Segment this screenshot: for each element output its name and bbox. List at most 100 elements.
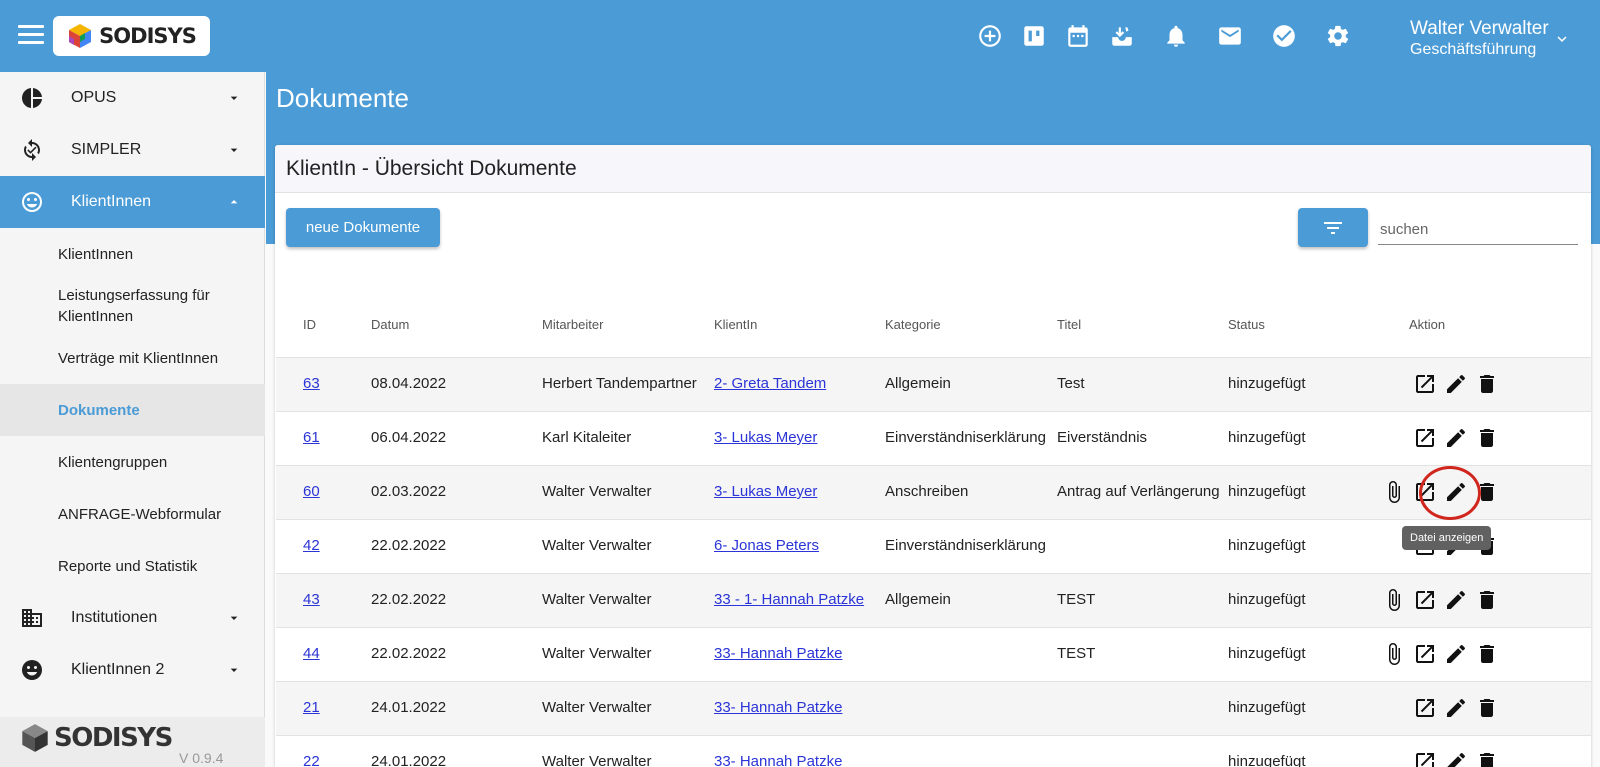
- subitem-label: Dokumente: [58, 401, 140, 419]
- open-external-icon[interactable]: [1409, 694, 1440, 722]
- client-link[interactable]: 33- Hannah Patzke: [714, 753, 842, 767]
- paperclip-icon[interactable]: [1378, 640, 1409, 668]
- document-id-link[interactable]: 22: [303, 753, 320, 767]
- hamburger-menu-icon[interactable]: [18, 25, 44, 47]
- cell-mitarbeiter: Walter Verwalter: [542, 483, 652, 500]
- building-icon: [20, 606, 44, 630]
- trash-icon[interactable]: [1471, 424, 1502, 452]
- pencil-icon[interactable]: [1440, 640, 1471, 668]
- sidebar-item-klientinnen[interactable]: KlientInnen: [0, 176, 265, 228]
- sidebar-item-simpler[interactable]: SIMPLER: [0, 124, 265, 176]
- table-row: 42 22.02.2022 Walter Verwalter 6- Jonas Pet…: [276, 519, 1591, 573]
- trash-icon[interactable]: [1471, 586, 1502, 614]
- sidebar: OPUS SIMPLER KlientInnen KlientInnen Lei…: [0, 72, 265, 767]
- column-header: Datum: [371, 317, 410, 332]
- client-link[interactable]: 33 - 1- Hannah Patzke: [714, 591, 864, 608]
- filter-icon: [1324, 221, 1342, 234]
- row-actions: [1409, 424, 1502, 452]
- document-id-link[interactable]: 60: [303, 483, 320, 500]
- column-header: Titel: [1057, 317, 1082, 332]
- caret-down-icon: [226, 142, 242, 158]
- sidebar-item-klientinnen-2[interactable]: KlientInnen 2: [0, 644, 265, 696]
- subitem-vertraege[interactable]: Verträge mit KlientInnen: [0, 332, 265, 384]
- documents-card: KlientIn - Übersicht Dokumente neue Doku…: [275, 145, 1591, 767]
- subitem-reporte-statistik[interactable]: Reporte und Statistik: [0, 540, 265, 592]
- client-link[interactable]: 6- Jonas Peters: [714, 537, 819, 554]
- pencil-icon[interactable]: [1440, 424, 1471, 452]
- subitem-dokumente[interactable]: Dokumente: [0, 384, 265, 436]
- cell-datum: 22.02.2022: [371, 537, 447, 554]
- chevron-down-icon[interactable]: [1553, 30, 1571, 53]
- subitem-leistungserfassung[interactable]: Leistungserfassung für KlientInnen: [0, 280, 265, 332]
- open-external-icon[interactable]: [1409, 478, 1440, 506]
- app-logo[interactable]: SODISYS: [53, 16, 210, 56]
- column-header: ID: [303, 317, 316, 332]
- subitem-klientinnen[interactable]: KlientInnen: [0, 228, 265, 280]
- open-external-icon[interactable]: [1409, 748, 1440, 767]
- gear-icon[interactable]: [1322, 20, 1354, 52]
- document-id-link[interactable]: 63: [303, 375, 320, 392]
- sidebar-item-institutionen[interactable]: Institutionen: [0, 592, 265, 644]
- logo-cube-icon: [69, 24, 92, 48]
- trash-icon[interactable]: [1471, 370, 1502, 398]
- table-row: 21 24.01.2022 Walter Verwalter 33- Hannah P…: [276, 681, 1591, 735]
- trash-icon[interactable]: [1471, 748, 1502, 767]
- client-link[interactable]: 2- Greta Tandem: [714, 375, 826, 392]
- search-input[interactable]: [1378, 215, 1578, 245]
- pencil-icon[interactable]: [1440, 748, 1471, 767]
- paperclip-icon[interactable]: [1378, 478, 1409, 506]
- bell-icon[interactable]: [1160, 20, 1192, 52]
- sidebar-item-label: KlientInnen 2: [71, 661, 165, 678]
- trash-icon[interactable]: [1471, 640, 1502, 668]
- document-id-link[interactable]: 42: [303, 537, 320, 554]
- sidebar-item-label: Institutionen: [71, 609, 158, 626]
- document-id-link[interactable]: 44: [303, 645, 320, 662]
- subitem-anfrage-webformular[interactable]: ANFRAGE-Webformular: [0, 488, 265, 540]
- new-document-button[interactable]: neue Dokumente: [286, 208, 440, 247]
- document-id-link[interactable]: 61: [303, 429, 320, 446]
- open-external-icon[interactable]: [1409, 424, 1440, 452]
- pencil-icon[interactable]: [1440, 478, 1471, 506]
- row-actions: [1409, 694, 1502, 722]
- user-menu[interactable]: Walter Verwalter Geschäftsführung: [1410, 18, 1549, 60]
- cell-status: hinzugefügt: [1228, 753, 1306, 767]
- client-link[interactable]: 3- Lukas Meyer: [714, 429, 817, 446]
- pencil-icon[interactable]: [1440, 370, 1471, 398]
- paperclip-icon[interactable]: [1378, 586, 1409, 614]
- sidebar-item-label: KlientInnen: [71, 193, 152, 210]
- check-circle-icon[interactable]: [1268, 20, 1300, 52]
- calendar-icon[interactable]: [1062, 20, 1094, 52]
- row-actions: [1378, 640, 1502, 668]
- face-icon: [20, 658, 44, 682]
- subitem-label: Verträge mit KlientInnen: [58, 349, 219, 367]
- document-id-link[interactable]: 43: [303, 591, 320, 608]
- open-external-icon[interactable]: [1409, 640, 1440, 668]
- subitem-klientengruppen[interactable]: Klientengruppen: [0, 436, 265, 488]
- trash-icon[interactable]: [1471, 694, 1502, 722]
- mail-icon[interactable]: [1214, 20, 1246, 52]
- pencil-icon[interactable]: [1440, 694, 1471, 722]
- cell-datum: 24.01.2022: [371, 753, 447, 767]
- board-icon[interactable]: [1018, 20, 1050, 52]
- footer-logo-text: SODISYS: [54, 723, 173, 753]
- filter-button[interactable]: [1298, 208, 1368, 247]
- pencil-icon[interactable]: [1440, 586, 1471, 614]
- client-link[interactable]: 33- Hannah Patzke: [714, 645, 842, 662]
- caret-down-icon: [226, 662, 242, 678]
- add-circle-icon[interactable]: [974, 20, 1006, 52]
- cell-mitarbeiter: Karl Kitaleiter: [542, 429, 632, 446]
- open-external-icon[interactable]: [1409, 370, 1440, 398]
- sidebar-item-opus[interactable]: OPUS: [0, 72, 265, 124]
- top-bar: SODISYS Walter Verwalter Geschäftsführun…: [0, 0, 1600, 72]
- client-link[interactable]: 3- Lukas Meyer: [714, 483, 817, 500]
- client-link[interactable]: 33- Hannah Patzke: [714, 699, 842, 716]
- cell-status: hinzugefügt: [1228, 483, 1306, 500]
- open-external-icon[interactable]: [1409, 586, 1440, 614]
- inbox-icon[interactable]: [1106, 20, 1138, 52]
- trash-icon[interactable]: [1471, 478, 1502, 506]
- subitem-label: Reporte und Statistik: [58, 557, 198, 575]
- document-id-link[interactable]: 21: [303, 699, 320, 716]
- subitem-label: Klientengruppen: [58, 453, 168, 471]
- cell-status: hinzugefügt: [1228, 645, 1306, 662]
- cell-titel: Antrag auf Verlängerung: [1057, 483, 1220, 500]
